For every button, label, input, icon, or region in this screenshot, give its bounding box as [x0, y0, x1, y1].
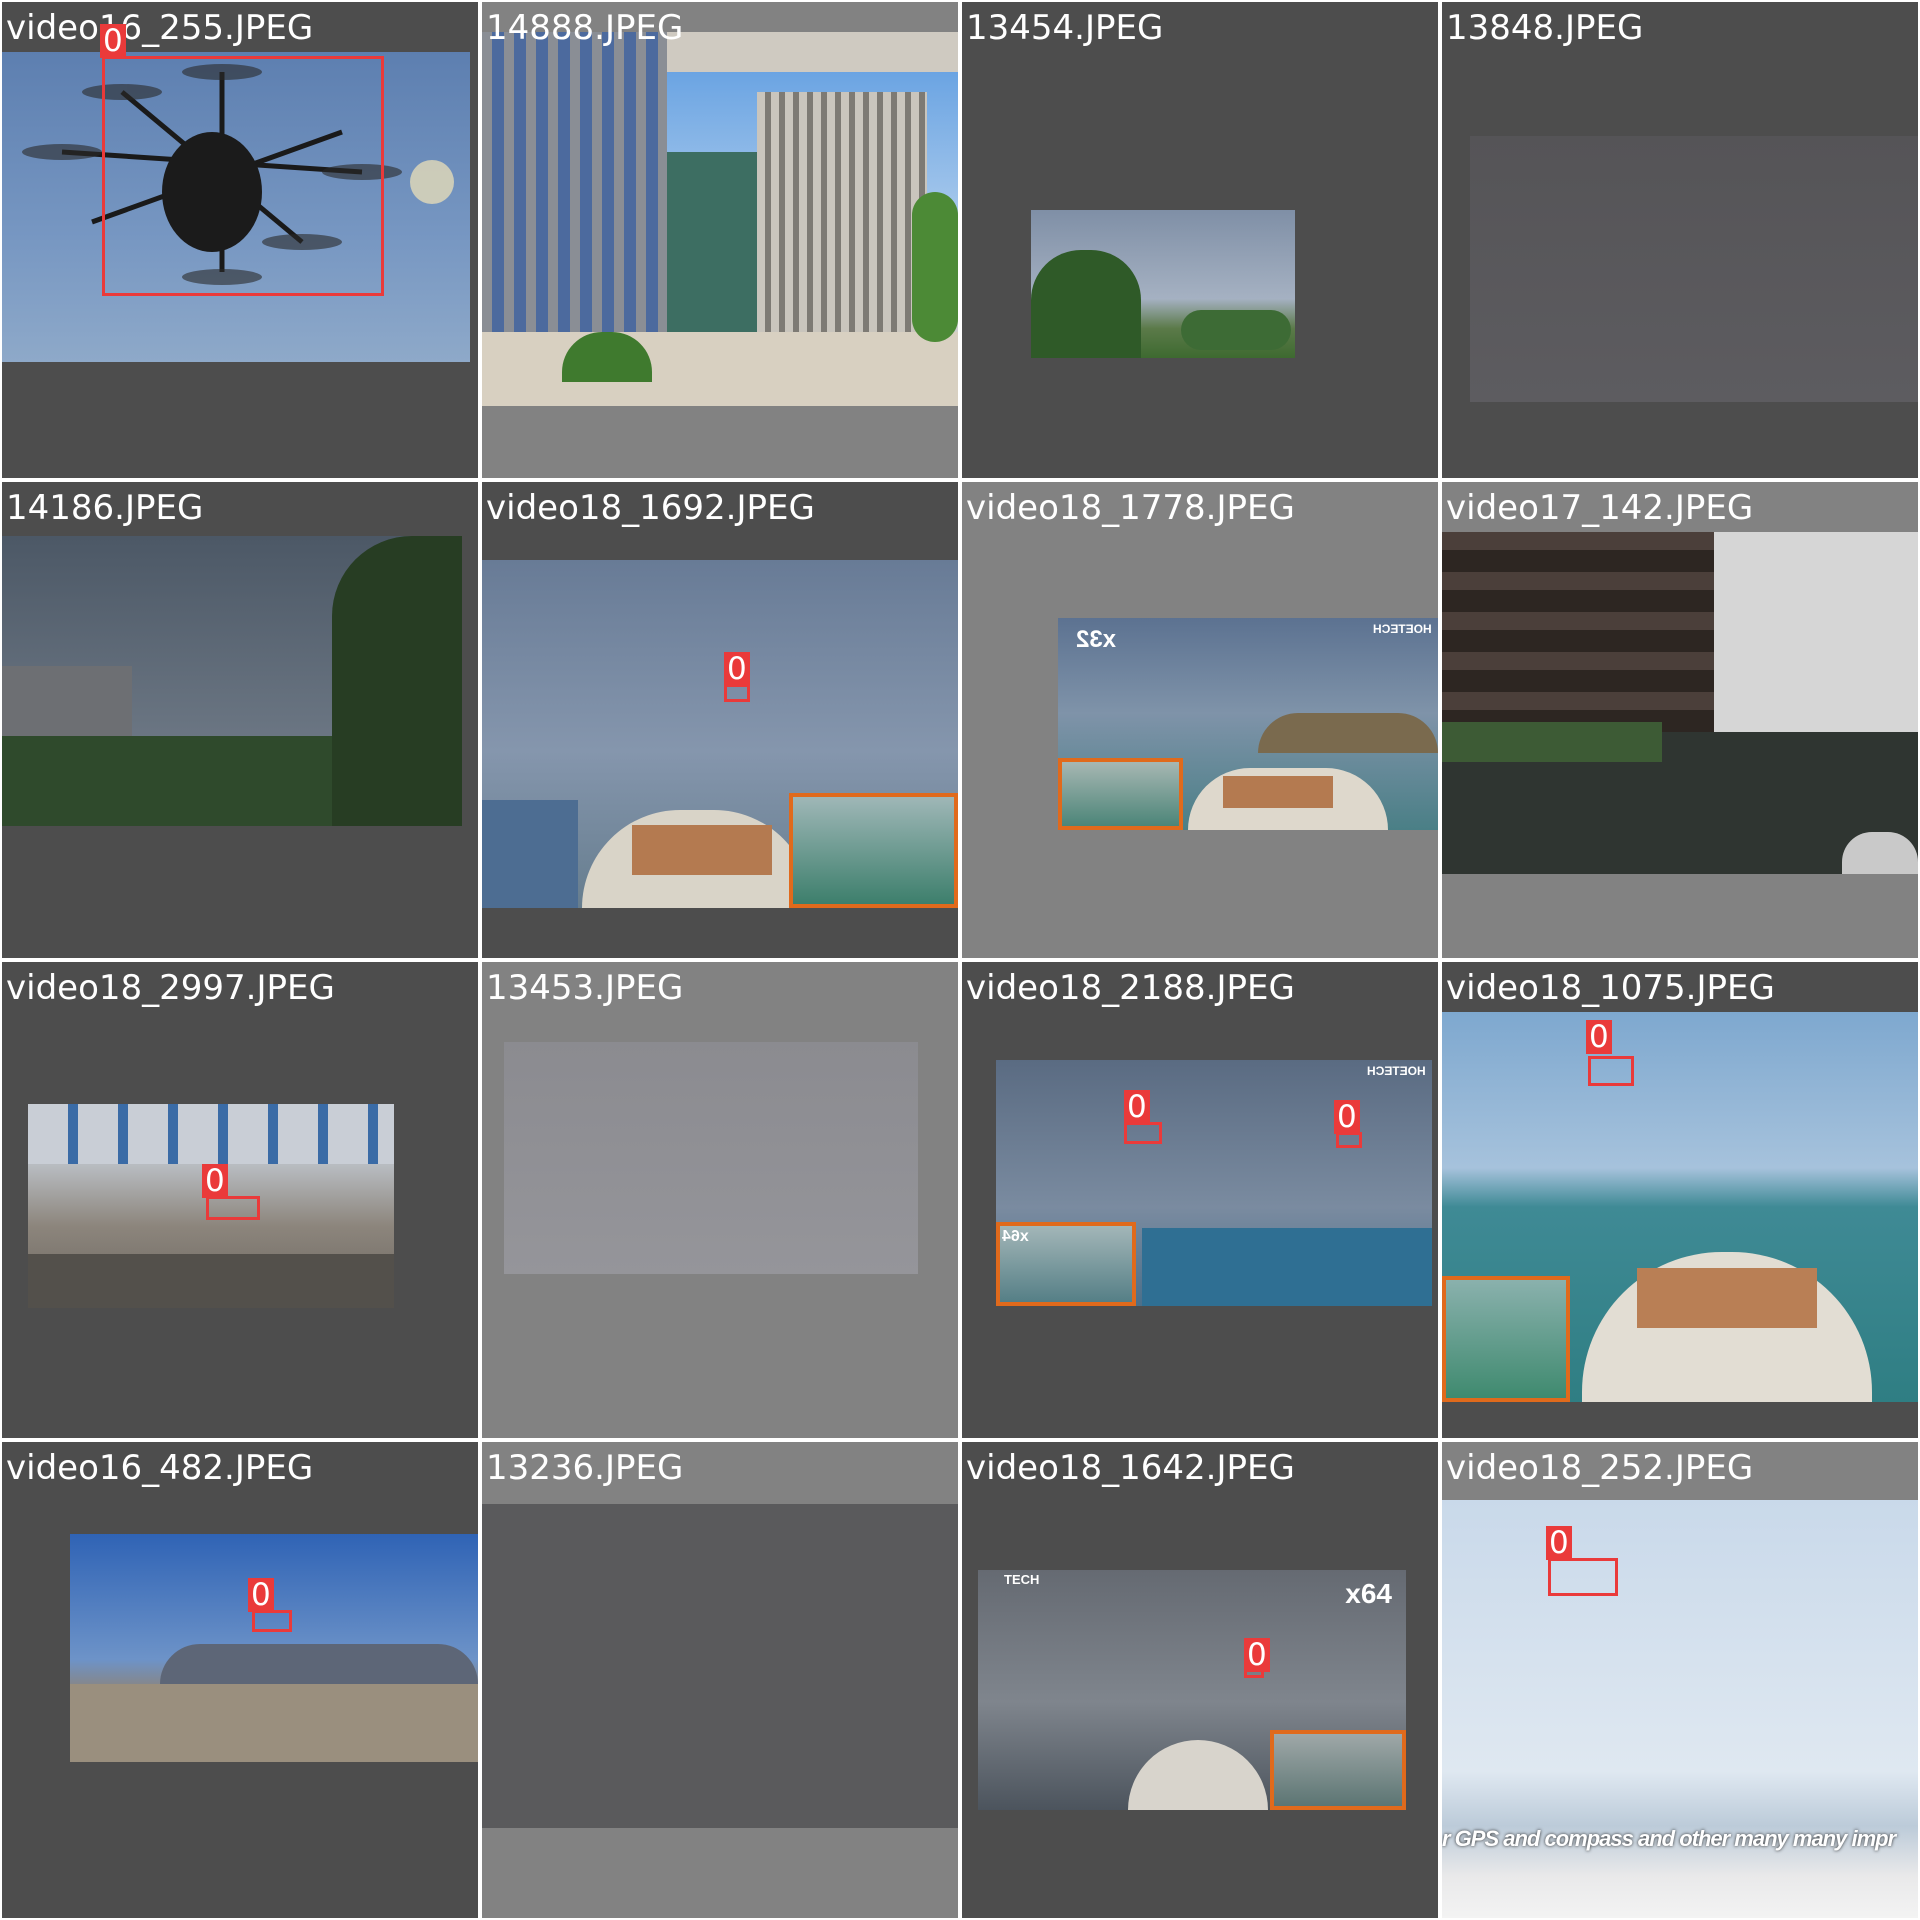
- tile-title: 14186.JPEG: [6, 488, 204, 528]
- tile-title: 13453.JPEG: [486, 968, 684, 1008]
- tile-title: video18_1075.JPEG: [1446, 968, 1775, 1008]
- tile-photo: [1470, 136, 1918, 402]
- image-grid: 0 video16_255.JPEG 14888.JPEG 13454.JPEG…: [0, 0, 1920, 1920]
- detection-box: [1588, 1056, 1634, 1086]
- tile-13236[interactable]: 13236.JPEG: [482, 1442, 958, 1918]
- tile-video18-252[interactable]: r GPS and compass and other many many im…: [1442, 1442, 1918, 1918]
- tile-title: 13236.JPEG: [486, 1448, 684, 1488]
- tile-photo: [1031, 210, 1295, 358]
- brand-text: HOETECH: [1367, 1064, 1426, 1078]
- tile-video16-482[interactable]: 0 video16_482.JPEG: [2, 1442, 478, 1918]
- class-label: 0: [202, 1164, 228, 1198]
- class-label: 0: [724, 652, 750, 686]
- tile-video18-1778[interactable]: x32 HOETECH video18_1778.JPEG: [962, 482, 1438, 958]
- detection-box: [252, 1610, 292, 1632]
- tile-video18-2997[interactable]: 0 video18_2997.JPEG: [2, 962, 478, 1438]
- tile-14186[interactable]: 14186.JPEG: [2, 482, 478, 958]
- tile-photo: x64 TECH: [978, 1570, 1406, 1810]
- tile-title: video18_2997.JPEG: [6, 968, 335, 1008]
- tile-photo: [1442, 532, 1918, 874]
- tile-video18-1075[interactable]: 0 video18_1075.JPEG: [1442, 962, 1918, 1438]
- tile-photo: [70, 1534, 478, 1762]
- tile-title: 13848.JPEG: [1446, 8, 1644, 48]
- tile-video18-2188[interactable]: x64 HOETECH 0 0 video18_2188.JPEG: [962, 962, 1438, 1438]
- tile-13848[interactable]: 13848.JPEG: [1442, 2, 1918, 478]
- tile-photo: [504, 1042, 918, 1274]
- tile-title: video17_142.JPEG: [1446, 488, 1754, 528]
- class-label: 0: [1586, 1020, 1612, 1054]
- class-label: 0: [1546, 1526, 1572, 1560]
- tile-title: video16_255.JPEG: [6, 8, 314, 48]
- tile-photo: [482, 1504, 958, 1828]
- brand-text: HOETECH: [1373, 622, 1432, 636]
- tile-title: video16_482.JPEG: [6, 1448, 314, 1488]
- detection-box: [102, 56, 384, 296]
- class-label: 0: [100, 24, 126, 58]
- tile-video18-1692[interactable]: 0 video18_1692.JPEG: [482, 482, 958, 958]
- zoom-text: x32: [1076, 626, 1117, 653]
- tile-title: 14888.JPEG: [486, 8, 684, 48]
- tile-photo: x64 HOETECH: [996, 1060, 1432, 1306]
- class-label: 0: [1334, 1100, 1360, 1134]
- detection-box: [206, 1196, 260, 1220]
- tile-title: video18_2188.JPEG: [966, 968, 1295, 1008]
- tile-photo: [1442, 1012, 1918, 1402]
- class-label: 0: [1244, 1638, 1270, 1672]
- tile-13454[interactable]: 13454.JPEG: [962, 2, 1438, 478]
- tile-video17-142[interactable]: video17_142.JPEG: [1442, 482, 1918, 958]
- tile-photo: [482, 560, 958, 908]
- tile-photo: [482, 32, 958, 406]
- tile-title: video18_1778.JPEG: [966, 488, 1295, 528]
- tile-14888[interactable]: 14888.JPEG: [482, 2, 958, 478]
- tile-title: video18_252.JPEG: [1446, 1448, 1754, 1488]
- class-label: 0: [1124, 1090, 1150, 1124]
- class-label: 0: [248, 1578, 274, 1612]
- caption-text: r GPS and compass and other many many im…: [1442, 1826, 1896, 1851]
- tile-title: 13454.JPEG: [966, 8, 1164, 48]
- tile-photo: [2, 536, 462, 826]
- detection-box: [1548, 1558, 1618, 1596]
- tile-video16-255[interactable]: 0 video16_255.JPEG: [2, 2, 478, 478]
- detection-box: [1124, 1122, 1162, 1144]
- tile-photo: x32 HOETECH: [1058, 618, 1438, 830]
- tile-photo: r GPS and compass and other many many im…: [1442, 1500, 1918, 1918]
- tile-title: video18_1692.JPEG: [486, 488, 815, 528]
- brand-text: TECH: [1004, 1572, 1040, 1587]
- tile-13453[interactable]: 13453.JPEG: [482, 962, 958, 1438]
- zoom-text: x64: [1002, 1228, 1029, 1245]
- tile-video18-1642[interactable]: x64 TECH 0 video18_1642.JPEG: [962, 1442, 1438, 1918]
- tile-title: video18_1642.JPEG: [966, 1448, 1295, 1488]
- zoom-text: x64: [1345, 1578, 1392, 1609]
